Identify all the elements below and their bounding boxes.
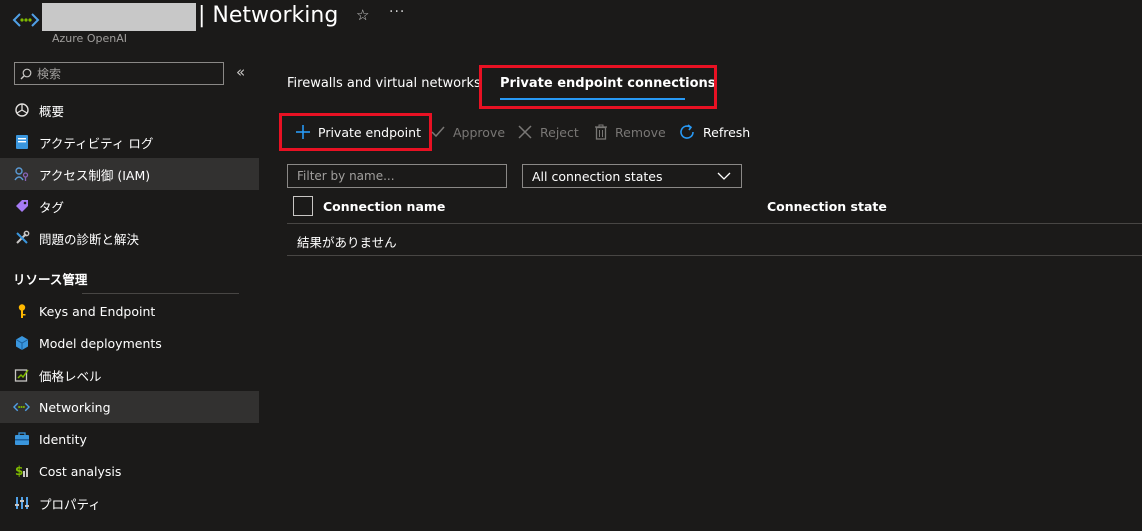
sidebar-item-label: Cost analysis: [39, 463, 122, 479]
sidebar-item-overview[interactable]: 概要: [0, 94, 259, 126]
column-header-connection-state[interactable]: Connection state: [767, 199, 887, 214]
networking-icon: [13, 399, 30, 416]
sidebar-item-identity[interactable]: Identity: [0, 423, 259, 455]
approve-label: Approve: [453, 124, 506, 140]
table-header-divider: [287, 223, 1142, 224]
sidebar-item-properties[interactable]: プロパティ: [0, 487, 259, 519]
search-icon: [20, 68, 32, 79]
key-icon: [13, 303, 30, 320]
sidebar-item-label: Keys and Endpoint: [39, 303, 156, 319]
highlight-box-private-endpoint: [279, 113, 432, 151]
sidebar-item-diagnose[interactable]: 問題の診断と解決: [0, 222, 259, 254]
sidebar-item-label: タグ: [39, 199, 65, 215]
sidebar-item-pricing-tier[interactable]: 価格レベル: [0, 359, 259, 391]
pricing-icon: [13, 367, 30, 384]
sidebar-section-divider: [82, 293, 239, 294]
trash-icon: [594, 124, 608, 140]
cube-icon: [13, 335, 30, 352]
column-header-connection-name[interactable]: Connection name: [323, 199, 445, 214]
connection-state-selected: All connection states: [532, 168, 663, 184]
sidebar-item-keys-endpoint[interactable]: Keys and Endpoint: [0, 295, 259, 327]
sidebar-item-tags[interactable]: タグ: [0, 190, 259, 222]
wrench-icon: [13, 230, 30, 247]
sidebar-section-resource-management: リソース管理: [13, 272, 88, 287]
sidebar-item-model-deployments[interactable]: Model deployments: [0, 327, 259, 359]
highlight-box-tab: [479, 65, 717, 109]
sidebar-item-label: Networking: [39, 399, 111, 415]
filter-by-name-input[interactable]: [287, 164, 507, 188]
sidebar-item-label: プロパティ: [39, 496, 101, 512]
approve-button[interactable]: Approve: [430, 121, 505, 143]
cost-icon: $: [13, 463, 30, 480]
page-title: | Networking: [198, 3, 339, 28]
reject-button[interactable]: Reject: [517, 121, 579, 143]
sidebar-item-iam[interactable]: アクセス制御 (IAM): [0, 158, 259, 190]
sidebar-item-label: 価格レベル: [39, 368, 102, 384]
resource-type-subtitle: Azure OpenAI: [52, 32, 127, 45]
remove-button[interactable]: Remove: [594, 121, 666, 143]
checkmark-icon: [430, 124, 446, 140]
sidebar-item-label: アクティビティ ログ: [39, 135, 154, 151]
sidebar-item-activity-log[interactable]: アクティビティ ログ: [0, 126, 259, 158]
collapse-sidebar-icon[interactable]: «: [236, 63, 245, 81]
more-options-icon[interactable]: ···: [389, 4, 405, 20]
sidebar-item-label: Model deployments: [39, 335, 162, 351]
sidebar-item-label: 概要: [39, 103, 65, 119]
sidebar-item-label: アクセス制御 (IAM): [39, 167, 151, 183]
connection-state-dropdown[interactable]: All connection states: [522, 164, 742, 188]
close-icon: [517, 124, 533, 140]
refresh-icon: [678, 123, 696, 141]
redacted-resource-name: [42, 3, 196, 31]
openai-icon: [13, 102, 30, 119]
sidebar-search-box[interactable]: [14, 62, 224, 85]
tag-icon: [13, 198, 30, 215]
svg-text:$: $: [15, 464, 23, 478]
properties-icon: [13, 495, 30, 512]
identity-icon: [13, 431, 30, 448]
refresh-label: Refresh: [703, 124, 751, 140]
sidebar-item-networking[interactable]: Networking: [0, 391, 259, 423]
select-all-checkbox[interactable]: [293, 196, 313, 216]
tab-firewalls-virtual-networks[interactable]: Firewalls and virtual networks: [287, 76, 481, 91]
chevron-down-icon: [717, 169, 731, 186]
refresh-button[interactable]: Refresh: [678, 121, 750, 143]
iam-icon: [13, 166, 30, 183]
activity-log-icon: [13, 134, 30, 151]
sidebar-search-input[interactable]: [37, 66, 217, 81]
remove-label: Remove: [615, 124, 666, 140]
sidebar-item-label: Identity: [39, 431, 87, 447]
table-row-divider: [287, 255, 1142, 256]
sidebar-item-label: 問題の診断と解決: [39, 231, 140, 247]
networking-page: | Networking ☆ ··· Azure OpenAI « 概要 アクテ…: [0, 0, 1142, 531]
no-results-message: 結果がありません: [297, 235, 397, 250]
favorite-star-icon[interactable]: ☆: [356, 6, 369, 24]
reject-label: Reject: [540, 124, 579, 140]
networking-app-icon: [12, 9, 40, 31]
sidebar-item-cost-analysis[interactable]: $ Cost analysis: [0, 455, 259, 487]
